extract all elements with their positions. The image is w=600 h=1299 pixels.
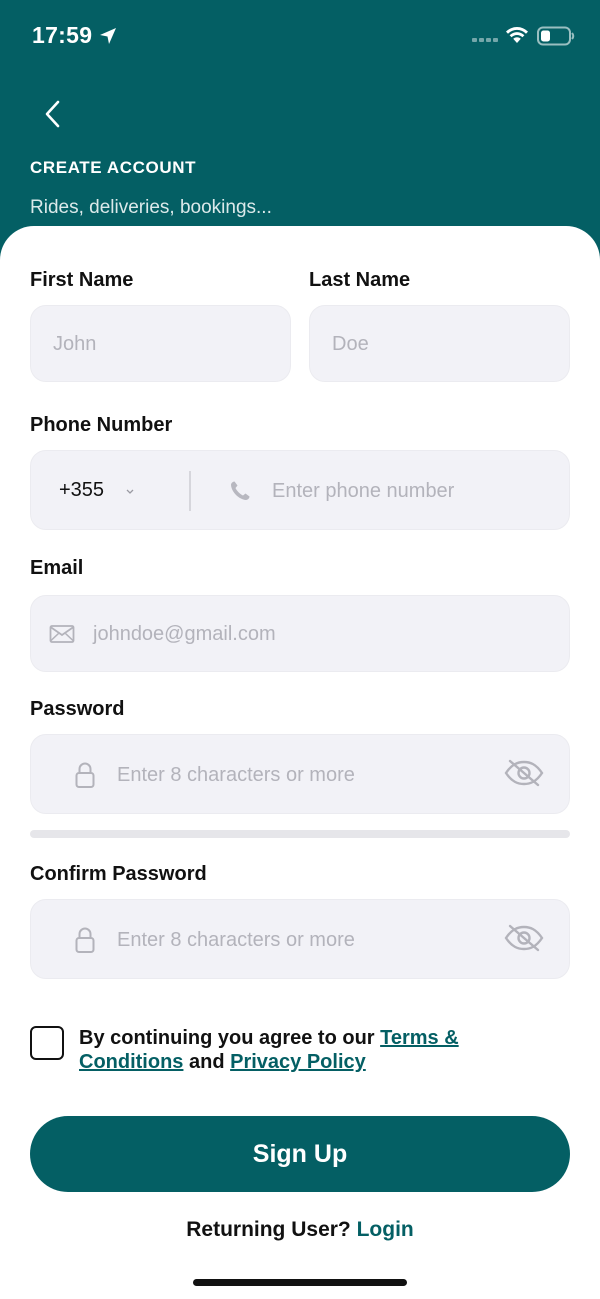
privacy-policy-link[interactable]: Privacy Policy xyxy=(230,1051,366,1073)
status-bar: 17:59 xyxy=(0,0,600,72)
confirm-password-placeholder: Enter 8 characters or more xyxy=(117,929,355,951)
email-placeholder: johndoe@gmail.com xyxy=(93,623,276,645)
password-input[interactable]: Enter 8 characters or more xyxy=(30,734,570,814)
first-name-input[interactable]: John xyxy=(30,305,291,382)
cellular-signal-icon xyxy=(472,38,498,42)
chevron-down-icon xyxy=(126,489,134,494)
page-title: CREATE ACCOUNT xyxy=(30,158,197,177)
phone-placeholder: Enter phone number xyxy=(272,480,455,502)
eye-slash-icon xyxy=(504,759,544,787)
phone-field: +355 Enter phone number xyxy=(30,450,570,530)
wifi-icon xyxy=(506,27,528,43)
phone-icon xyxy=(231,481,250,500)
toggle-password-visibility[interactable] xyxy=(503,757,549,793)
sign-up-button[interactable]: Sign Up xyxy=(30,1116,570,1192)
status-time: 17:59 xyxy=(32,22,93,48)
returning-user-row: Returning User? Login xyxy=(0,1218,600,1242)
battery-icon xyxy=(537,26,575,46)
last-name-label: Last Name xyxy=(309,269,411,291)
password-placeholder: Enter 8 characters or more xyxy=(117,764,355,786)
password-label: Password xyxy=(30,698,125,720)
country-code-value: +355 xyxy=(59,479,105,501)
country-code-selector[interactable]: +355 xyxy=(31,451,189,531)
confirm-password-input[interactable]: Enter 8 characters or more xyxy=(30,899,570,979)
email-label: Email xyxy=(30,557,84,579)
terms-prefix: By continuing you agree to our xyxy=(79,1027,381,1049)
login-link[interactable]: Login xyxy=(357,1218,414,1241)
back-chevron-icon xyxy=(45,100,60,128)
home-indicator xyxy=(193,1279,407,1286)
mail-icon xyxy=(49,625,75,643)
first-name-label: First Name xyxy=(30,269,134,291)
phone-input[interactable]: Enter phone number xyxy=(190,451,571,531)
password-strength-bar xyxy=(30,830,570,838)
lock-icon xyxy=(75,762,95,788)
back-button[interactable] xyxy=(38,96,70,132)
email-input[interactable]: johndoe@gmail.com xyxy=(30,595,570,672)
first-name-placeholder: John xyxy=(53,333,97,355)
toggle-confirm-password-visibility[interactable] xyxy=(503,922,549,958)
eye-slash-icon xyxy=(504,924,544,952)
location-arrow-icon xyxy=(100,28,116,44)
lock-icon xyxy=(75,927,95,953)
returning-user-text: Returning User? xyxy=(186,1218,357,1241)
confirm-password-label: Confirm Password xyxy=(30,863,207,885)
form-sheet: First Name Last Name John Doe Phone Numb… xyxy=(0,226,600,1299)
last-name-input[interactable]: Doe xyxy=(309,305,570,382)
terms-middle: and xyxy=(183,1051,231,1073)
page-subtitle: Rides, deliveries, bookings... xyxy=(30,197,272,218)
terms-text: By continuing you agree to our Terms & C… xyxy=(79,1026,499,1074)
terms-checkbox[interactable] xyxy=(30,1026,64,1060)
phone-label: Phone Number xyxy=(30,414,173,436)
last-name-placeholder: Doe xyxy=(332,333,369,355)
